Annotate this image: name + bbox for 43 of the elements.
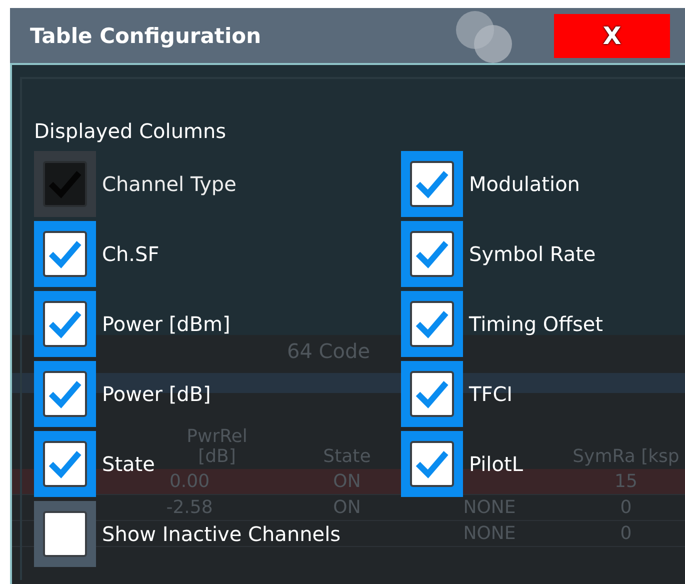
checkmark-icon [415, 449, 449, 479]
checkmark-icon [415, 169, 449, 199]
checkbox[interactable] [401, 431, 463, 497]
option-label: Show Inactive Channels [102, 522, 341, 546]
checkbox[interactable] [401, 291, 463, 357]
checkbox-option[interactable]: State [34, 429, 155, 499]
checkbox[interactable] [34, 291, 96, 357]
checkbox[interactable] [401, 221, 463, 287]
option-label: Power [dBm] [102, 312, 230, 336]
window-title: Table Configuration [30, 24, 262, 48]
checkbox-option[interactable]: Symbol Rate [401, 219, 596, 289]
checkmark-icon [48, 449, 82, 479]
checkbox[interactable] [401, 151, 463, 217]
checkbox-option[interactable]: PilotL [401, 429, 523, 499]
checkmark-icon [48, 379, 82, 409]
section-label: Displayed Columns [34, 119, 226, 143]
checkbox[interactable] [34, 501, 96, 567]
option-label: PilotL [469, 452, 523, 476]
checkbox-option[interactable]: Timing Offset [401, 289, 604, 359]
option-label: Symbol Rate [469, 242, 596, 266]
option-label: TFCI [469, 382, 513, 406]
option-label: Power [dB] [102, 382, 211, 406]
option-label: State [102, 452, 155, 476]
checkbox[interactable] [34, 431, 96, 497]
checkbox-option[interactable]: TFCI [401, 359, 513, 429]
checkmark-icon [415, 239, 449, 269]
close-button[interactable]: X [554, 14, 670, 58]
option-label: Channel Type [102, 172, 236, 196]
checkmark-icon [48, 309, 82, 339]
checkbox-option[interactable]: Power [dB] [34, 359, 211, 429]
option-label: Modulation [469, 172, 580, 196]
checkbox-option[interactable]: Modulation [401, 149, 580, 219]
checkbox-option[interactable]: Ch.SF [34, 219, 160, 289]
option-label: Timing Offset [469, 312, 604, 336]
checkmark-icon [415, 309, 449, 339]
checkmark-icon [415, 379, 449, 409]
checkbox-option[interactable]: Power [dBm] [34, 289, 230, 359]
checkbox[interactable] [34, 361, 96, 427]
option-label: Ch.SF [102, 242, 160, 266]
circles-logo-icon [456, 11, 514, 63]
checkbox[interactable] [401, 361, 463, 427]
checkmark-icon [48, 239, 82, 269]
checkbox[interactable] [34, 221, 96, 287]
